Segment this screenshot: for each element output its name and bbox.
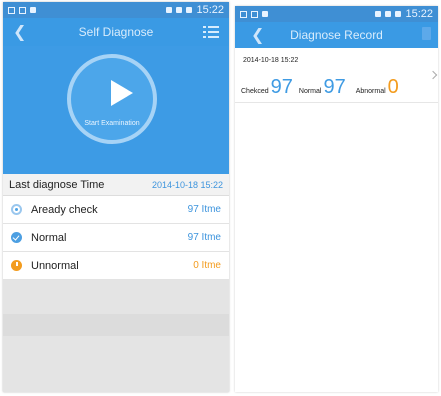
self-diagnose-screen: 15:22 ❮ Self Diagnose Start Examination … — [3, 2, 229, 392]
abnormal-label: Abnormal — [355, 88, 386, 95]
status-time: 15:22 — [405, 8, 433, 20]
list-item-normal[interactable]: Normal 97 Itme — [3, 224, 229, 252]
status-time: 15:22 — [196, 4, 224, 16]
title-bar: ❮ Self Diagnose — [3, 18, 229, 46]
list-menu-icon[interactable] — [203, 26, 219, 38]
signal-icon — [385, 11, 392, 17]
item-label: Normal — [31, 231, 67, 244]
checked-label: Chekced — [241, 88, 269, 95]
chevron-left-icon[interactable]: ❮ — [13, 22, 26, 42]
record-stats: Chekced 97 Normal 97 Abnormal 0 — [241, 76, 434, 99]
wifi-icon — [375, 11, 382, 17]
list-item-unnormal[interactable]: Unnormal 0 Itme — [3, 252, 229, 280]
item-value: 97 Itme — [187, 232, 221, 243]
last-diagnose-time: 2014-10-18 15:22 — [151, 179, 223, 190]
image-icon — [251, 10, 258, 18]
battery-icon — [186, 7, 193, 13]
image-icon — [19, 6, 26, 14]
last-diagnose-row: Last diagnose Time 2014-10-18 15:22 — [3, 174, 229, 196]
diagnose-record-screen: 15:22 ❮ Diagnose Record 2014-10-18 15:22… — [235, 6, 438, 392]
normal-value: 97 — [323, 76, 346, 98]
check-circle-icon — [11, 204, 22, 215]
title-bar: ❮ Diagnose Record — [235, 22, 438, 48]
item-value: 0 Itme — [193, 260, 221, 271]
last-diagnose-label: Last diagnose Time — [9, 178, 105, 191]
examination-panel: Start Examination — [3, 46, 229, 174]
normal-label: Normal — [298, 88, 322, 95]
notification-icon — [262, 11, 268, 17]
status-bar: 15:22 — [3, 2, 229, 18]
checked-value: 97 — [270, 76, 293, 98]
alert-circle-icon — [11, 260, 22, 271]
usb-icon — [8, 6, 15, 14]
divider-band — [3, 314, 229, 336]
trash-icon[interactable] — [422, 27, 431, 40]
divider — [235, 102, 438, 103]
start-examination-button[interactable]: Start Examination — [67, 54, 157, 144]
chevron-left-icon[interactable]: ❮ — [251, 25, 264, 45]
notification-icon — [30, 7, 36, 13]
record-date: 2014-10-18 15:22 — [243, 57, 299, 64]
play-icon — [111, 80, 133, 106]
item-label: Aready check — [31, 203, 98, 216]
signal-icon — [176, 7, 183, 13]
page-title: Diagnose Record — [290, 28, 383, 42]
check-icon — [11, 232, 22, 243]
wifi-icon — [166, 7, 173, 13]
start-examination-label: Start Examination — [84, 120, 140, 127]
item-value: 97 Itme — [187, 204, 221, 215]
abnormal-value: 0 — [387, 76, 399, 98]
usb-icon — [240, 10, 247, 18]
page-title: Self Diagnose — [78, 25, 154, 39]
item-label: Unnormal — [31, 259, 79, 272]
status-bar: 15:22 — [235, 6, 438, 22]
empty-area — [3, 280, 229, 392]
battery-icon — [395, 11, 402, 17]
list-item-aready-check[interactable]: Aready check 97 Itme — [3, 196, 229, 224]
